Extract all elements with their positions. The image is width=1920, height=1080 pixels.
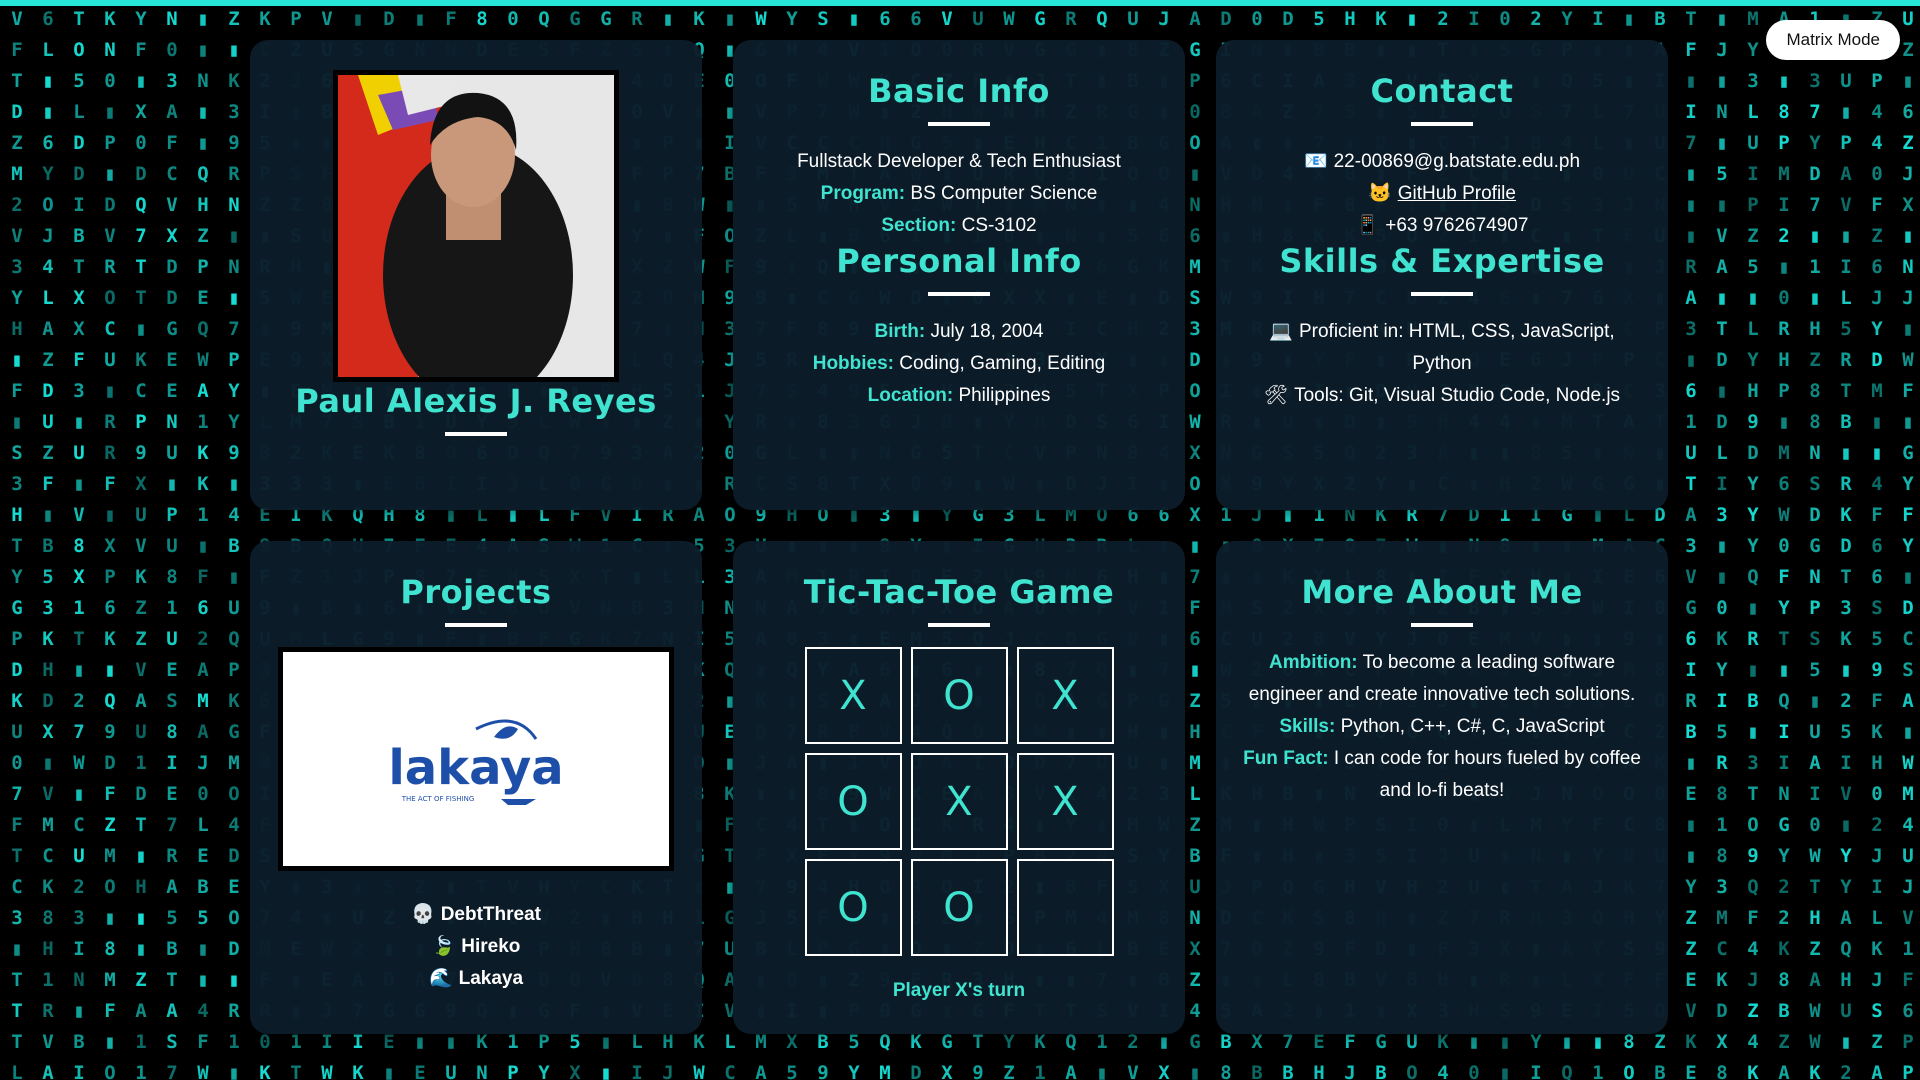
- tagline: Fullstack Developer & Tech Enthusiast: [797, 151, 1121, 172]
- board-cell[interactable]: X: [804, 647, 902, 744]
- skills-label: Skills:: [1279, 716, 1336, 737]
- project-logo-image: lakaya THE ACT OF FISHING: [278, 647, 674, 871]
- profile-card: Paul Alexis J. Reyes: [250, 40, 702, 510]
- contact-card: Contact 📧 22-00869@g.batstate.edu.ph 🐱 Git…: [1216, 40, 1668, 510]
- projects-title: Projects: [400, 573, 552, 611]
- program-value: BS Computer Science: [910, 183, 1098, 204]
- project-item-lakaya[interactable]: 🌊 Lakaya: [274, 963, 678, 995]
- more-about-card: More About Me Ambition: To become a lead…: [1216, 541, 1668, 1034]
- title-underline: [1411, 292, 1473, 296]
- github-line: 🐱 GitHub Profile: [1240, 178, 1644, 210]
- email-icon: 📧: [1303, 151, 1328, 172]
- board-cell[interactable]: O: [910, 647, 1008, 744]
- tools-line: 🛠 Tools: Git, Visual Studio Code, Node.js: [1240, 380, 1644, 412]
- title-underline: [1411, 122, 1473, 126]
- hobbies-value: Coding, Gaming, Editing: [899, 353, 1106, 374]
- program-line: Program: BS Computer Science: [757, 178, 1161, 210]
- profile-photo: [333, 70, 619, 382]
- lakaya-logo-text: lakaya: [388, 740, 563, 796]
- basic-info-title: Basic Info: [868, 72, 1050, 110]
- email-line: 📧 22-00869@g.batstate.edu.ph: [1240, 146, 1644, 178]
- location-line: Location: Philippines: [757, 380, 1161, 412]
- title-underline: [928, 122, 990, 126]
- funfact-line: Fun Fact: I can code for hours fueled by…: [1240, 743, 1644, 807]
- title-underline: [445, 432, 507, 436]
- board-cell[interactable]: X: [1016, 647, 1114, 744]
- program-label: Program:: [820, 183, 906, 204]
- birth-value: July 18, 2004: [930, 321, 1044, 342]
- project-list: 💀 DebtThreat 🍃 Hireko 🌊 Lakaya: [274, 899, 678, 995]
- tools-text: Tools: Git, Visual Studio Code, Node.js: [1294, 385, 1621, 406]
- title-underline: [928, 623, 990, 627]
- phone-text: +63 9762674907: [1385, 215, 1529, 236]
- proficient-text: Proficient in: HTML, CSS, JavaScript, Py…: [1298, 321, 1615, 374]
- contact-title: Contact: [1370, 72, 1514, 110]
- personal-info-title: Personal Info: [836, 242, 1082, 280]
- email-text: 22-00869@g.batstate.edu.ph: [1333, 151, 1581, 172]
- board-cell[interactable]: O: [804, 753, 902, 850]
- game-status: Player X's turn: [892, 980, 1026, 1001]
- skills-title: Skills & Expertise: [1279, 242, 1605, 280]
- board-cell[interactable]: X: [1016, 753, 1114, 850]
- phone-icon: 📱: [1355, 215, 1380, 236]
- more-about-title: More About Me: [1301, 573, 1583, 611]
- board-cell[interactable]: [1016, 859, 1114, 956]
- projects-card: Projects lakaya THE ACT OF FISHING 💀 Debt…: [250, 541, 702, 1034]
- project-label: DebtThreat: [440, 904, 541, 925]
- project-item-debtthreat[interactable]: 💀 DebtThreat: [274, 899, 678, 931]
- board-cell[interactable]: O: [804, 859, 902, 956]
- location-value: Philippines: [958, 385, 1051, 406]
- proficient-line: 💻 Proficient in: HTML, CSS, JavaScript, P…: [1240, 316, 1644, 380]
- title-underline: [928, 292, 990, 296]
- hobbies-label: Hobbies:: [812, 353, 895, 374]
- github-icon: 🐱: [1368, 183, 1392, 204]
- matrix-mode-button[interactable]: Matrix Mode: [1766, 20, 1900, 60]
- section-line: Section: CS-3102: [757, 210, 1161, 242]
- project-label: Lakaya: [458, 968, 524, 989]
- wave-icon: 🌊: [428, 968, 453, 989]
- github-profile-link[interactable]: GitHub Profile: [1398, 183, 1516, 204]
- project-item-hireko[interactable]: 🍃 Hireko: [274, 931, 678, 963]
- funfact-value: I can code for hours fueled by coffee an…: [1333, 748, 1641, 801]
- ambition-label: Ambition:: [1268, 652, 1358, 673]
- tictactoe-card: Tic-Tac-Toe Game X O X O X X O O Player …: [733, 541, 1185, 1034]
- hobbies-line: Hobbies: Coding, Gaming, Editing: [757, 348, 1161, 380]
- tictactoe-title: Tic-Tac-Toe Game: [803, 573, 1115, 611]
- funfact-label: Fun Fact:: [1243, 748, 1329, 769]
- board-cell[interactable]: X: [910, 753, 1008, 850]
- project-label: Hireko: [461, 936, 521, 957]
- birth-label: Birth:: [874, 321, 926, 342]
- lakaya-logo-tagline: THE ACT OF FISHING: [401, 795, 475, 803]
- ambition-line: Ambition: To become a leading software e…: [1240, 647, 1644, 711]
- profile-name: Paul Alexis J. Reyes: [295, 382, 657, 420]
- laptop-icon: 💻: [1269, 321, 1293, 342]
- leaf-icon: 🍃: [431, 936, 456, 957]
- tictactoe-board: X O X O X X O O: [804, 647, 1114, 956]
- skills-value: Python, C++, C#, C, JavaScript: [1340, 716, 1605, 737]
- skills-line: Skills: Python, C++, C#, C, JavaScript: [1240, 711, 1644, 743]
- title-underline: [1411, 623, 1473, 627]
- top-accent-line: [0, 0, 1920, 6]
- tools-icon: 🛠: [1263, 385, 1289, 406]
- section-label: Section:: [881, 215, 957, 236]
- basic-info-card: Basic Info Fullstack Developer & Tech En…: [733, 40, 1185, 510]
- title-underline: [445, 623, 507, 627]
- section-value: CS-3102: [961, 215, 1037, 236]
- card-grid: Paul Alexis J. Reyes Basic Info Fullstac…: [250, 40, 1668, 1034]
- board-cell[interactable]: O: [910, 859, 1008, 956]
- skull-icon: 💀: [411, 904, 435, 925]
- phone-line: 📱 +63 9762674907: [1240, 210, 1644, 242]
- birth-line: Birth: July 18, 2004: [757, 316, 1161, 348]
- location-label: Location:: [867, 385, 954, 406]
